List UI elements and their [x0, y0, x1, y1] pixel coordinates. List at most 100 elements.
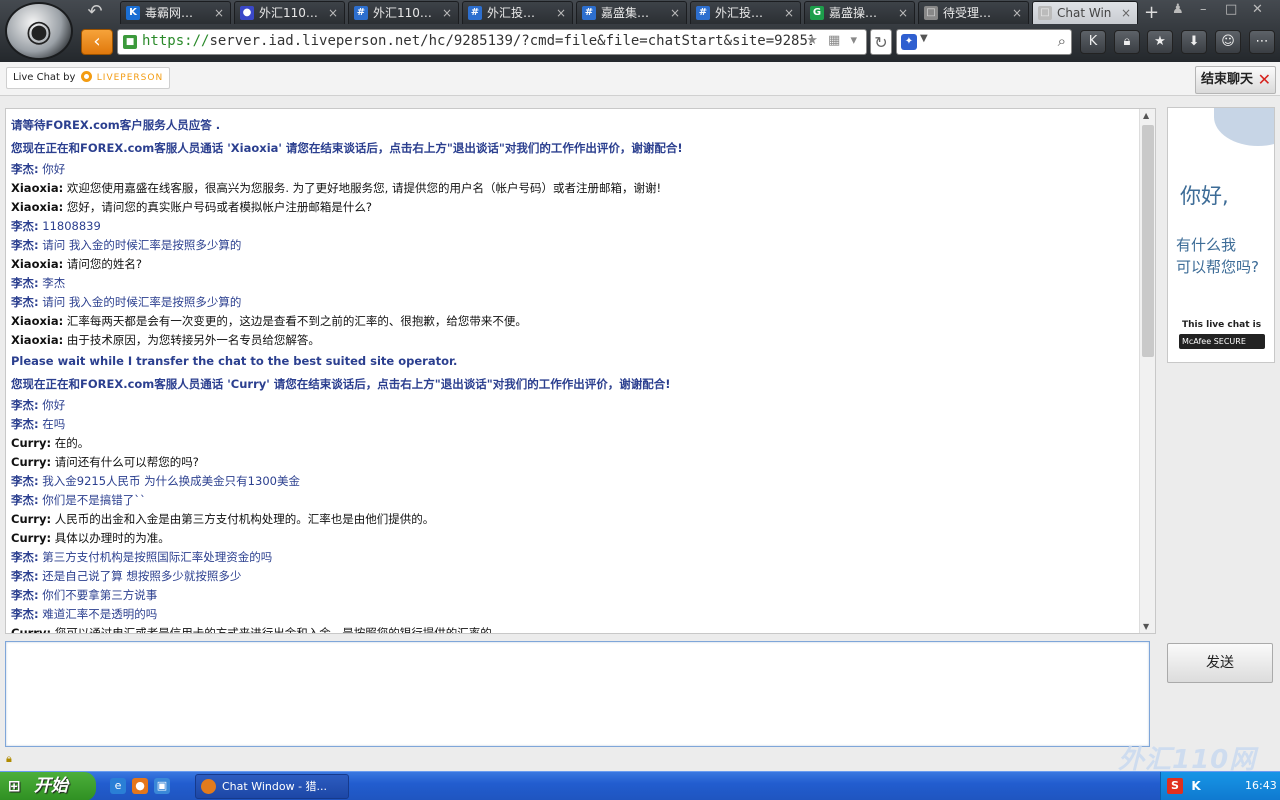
- user-message: 李杰: 难道汇率不是透明的吗: [11, 605, 1136, 624]
- download-icon[interactable]: ⬇: [1181, 30, 1207, 54]
- tab-close-icon[interactable]: ×: [784, 2, 794, 24]
- message-sender: Curry:: [11, 455, 52, 469]
- agent-message: Curry: 您可以通过电汇或者是信用卡的方式来进行出金和入金，是按照您的银行提…: [11, 624, 1136, 634]
- scroll-down-icon[interactable]: ▼: [1143, 622, 1149, 631]
- tab-4[interactable]: # 外汇投… ×: [462, 1, 573, 24]
- minimize-icon[interactable]: –: [1200, 2, 1207, 17]
- ad-help-line-2: 可以帮您吗?: [1176, 258, 1259, 276]
- tab-close-icon[interactable]: ×: [1012, 2, 1022, 24]
- tab-title: 外汇投…: [715, 6, 764, 20]
- back-button[interactable]: ‹: [81, 29, 113, 55]
- show-desktop-icon[interactable]: ▣: [154, 778, 170, 794]
- message-text: 请问 我入金的时候汇率是按照多少算的: [42, 295, 242, 309]
- kingsoft-icon[interactable]: K: [1080, 30, 1106, 54]
- ie-icon[interactable]: e: [110, 778, 126, 794]
- badge-prefix: Live Chat by: [13, 72, 76, 83]
- refresh-icon[interactable]: ↻: [870, 29, 892, 55]
- ad-help-line-1: 有什么我: [1176, 236, 1237, 254]
- scroll-thumb[interactable]: [1142, 125, 1154, 357]
- send-button[interactable]: 发送: [1167, 643, 1273, 683]
- tab-title: Chat Win: [1057, 6, 1112, 20]
- chat-ad-panel: 你好, 有什么我 可以帮您吗? This live chat is McAfee…: [1167, 107, 1275, 363]
- user-message: 李杰: 请问 我入金的时候汇率是按照多少算的: [11, 293, 1136, 312]
- message-text: 您可以通过电汇或者是信用卡的方式来进行出金和入金，是按照您的银行提供的汇率的。: [54, 626, 504, 634]
- user-message: 李杰: 你好: [11, 160, 1136, 179]
- address-bar[interactable]: ■ https://server.iad.liveperson.net/hc/9…: [117, 29, 867, 55]
- search-icon[interactable]: ⌕: [1058, 32, 1066, 50]
- tab-favicon-icon: K: [126, 6, 140, 20]
- message-sender: Curry:: [11, 512, 52, 526]
- maximize-icon[interactable]: □: [1225, 2, 1237, 17]
- speech-bubble-icon: [1214, 108, 1274, 146]
- tab-title: 外汇投…: [487, 6, 536, 20]
- tab-favicon-icon: #: [468, 6, 482, 20]
- tab-title: 外汇110…: [259, 6, 318, 20]
- windows-flag-icon: ⊞: [8, 777, 21, 795]
- tab-close-icon[interactable]: ×: [556, 2, 566, 24]
- tab-close-icon[interactable]: ×: [214, 2, 224, 24]
- paw-search-engine-icon[interactable]: ✦: [901, 34, 917, 50]
- padlock-status-icon: 🔒︎: [6, 752, 12, 765]
- user-message: 李杰: 你好: [11, 396, 1136, 415]
- mcafee-secure-badge[interactable]: McAfee SECURE: [1179, 334, 1265, 349]
- browser-chrome: ◉ ↶ K 毒霸网… × ● 外汇110… × # 外汇110… × # 外汇投…: [0, 0, 1280, 62]
- start-button[interactable]: ⊞ 开始: [0, 772, 96, 800]
- tab-close-icon[interactable]: ×: [442, 2, 452, 24]
- tab-3[interactable]: # 外汇110… ×: [348, 1, 459, 24]
- search-bar[interactable]: ✦ ▼ ⌕: [896, 29, 1072, 55]
- tab-favicon-icon: □: [1038, 6, 1052, 20]
- liebao-browser-icon[interactable]: ●: [132, 778, 148, 794]
- windows-taskbar: ⊞ 开始 e ● ▣ Chat Window - 猎... S K 16:43: [0, 771, 1280, 800]
- chevron-down-icon[interactable]: ▼: [920, 33, 928, 44]
- taskbar-chat-window[interactable]: Chat Window - 猎...: [195, 774, 349, 799]
- tab-6[interactable]: # 外汇投… ×: [690, 1, 801, 24]
- message-sender: 李杰:: [11, 588, 39, 602]
- tab-close-icon[interactable]: ×: [1121, 2, 1131, 24]
- end-chat-button[interactable]: 结束聊天 ✕: [1195, 66, 1276, 94]
- message-sender: 李杰:: [11, 417, 39, 431]
- scroll-up-icon[interactable]: ▲: [1143, 111, 1149, 120]
- game-controller-icon[interactable]: ☺: [1215, 30, 1241, 54]
- tab-close-icon[interactable]: ×: [670, 2, 680, 24]
- favorites-star-icon[interactable]: ★: [1147, 30, 1173, 54]
- skin-icon[interactable]: ♟: [1172, 2, 1184, 17]
- transcript-scrollbar[interactable]: ▲ ▼: [1139, 109, 1155, 633]
- message-sender: 李杰:: [11, 238, 39, 252]
- tab-favicon-icon: ●: [240, 6, 254, 20]
- more-menu-icon[interactable]: ⋯: [1249, 30, 1275, 54]
- badge-brand: LIVEPERSON: [96, 73, 164, 83]
- bookmark-star-icon[interactable]: ★ ▦ ▾: [806, 33, 860, 48]
- message-text: 请问 我入金的时候汇率是按照多少算的: [42, 238, 242, 252]
- user-message: 李杰: 请问 我入金的时候汇率是按照多少算的: [11, 236, 1136, 255]
- url-scheme: https://: [142, 33, 210, 49]
- tab-close-icon[interactable]: ×: [328, 2, 338, 24]
- tab-chat-window[interactable]: □ Chat Win ×: [1032, 1, 1138, 24]
- tab-5[interactable]: # 嘉盛集… ×: [576, 1, 687, 24]
- tab-7[interactable]: G 嘉盛操… ×: [804, 1, 915, 24]
- chat-message-input[interactable]: [5, 641, 1150, 747]
- chat-transcript[interactable]: 请等待FOREX.com客户服务人员应答 . 您现在正在和FOREX.com客服人…: [5, 108, 1156, 634]
- lock-icon[interactable]: 🔒︎: [1114, 30, 1140, 54]
- url-text[interactable]: https://server.iad.liveperson.net/hc/928…: [142, 33, 812, 49]
- close-window-icon[interactable]: ✕: [1252, 2, 1263, 17]
- tab-close-icon[interactable]: ×: [898, 2, 908, 24]
- tab-title: 毒霸网…: [145, 6, 194, 20]
- sogou-input-icon[interactable]: S: [1167, 778, 1183, 794]
- clock[interactable]: 16:43: [1245, 779, 1277, 792]
- tab-1[interactable]: K 毒霸网… ×: [120, 1, 231, 24]
- user-message: 李杰: 还是自己说了算 想按照多少就按照多少: [11, 567, 1136, 586]
- message-text: 你们不要拿第三方说事: [42, 588, 158, 602]
- close-red-x-icon: ✕: [1257, 70, 1271, 89]
- tab-2[interactable]: ● 外汇110… ×: [234, 1, 345, 24]
- tab-favicon-icon: #: [354, 6, 368, 20]
- message-text: 请问您的姓名?: [66, 257, 142, 271]
- message-text: 11808839: [42, 219, 101, 233]
- undo-close-tab-icon[interactable]: ↶: [78, 0, 112, 24]
- tab-8[interactable]: □ 待受理… ×: [918, 1, 1029, 24]
- navigation-bar: ‹ ■ https://server.iad.liveperson.net/hc…: [0, 26, 1280, 60]
- new-tab-icon[interactable]: +: [1144, 2, 1159, 23]
- message-text: 具体以办理时的为准。: [54, 531, 170, 545]
- message-text: 请问还有什么可以帮您的吗?: [54, 455, 199, 469]
- kingsoft-tray-icon[interactable]: K: [1188, 778, 1204, 794]
- agent-message: Curry: 人民币的出金和入金是由第三方支付机构处理的。汇率也是由他们提供的。: [11, 510, 1136, 529]
